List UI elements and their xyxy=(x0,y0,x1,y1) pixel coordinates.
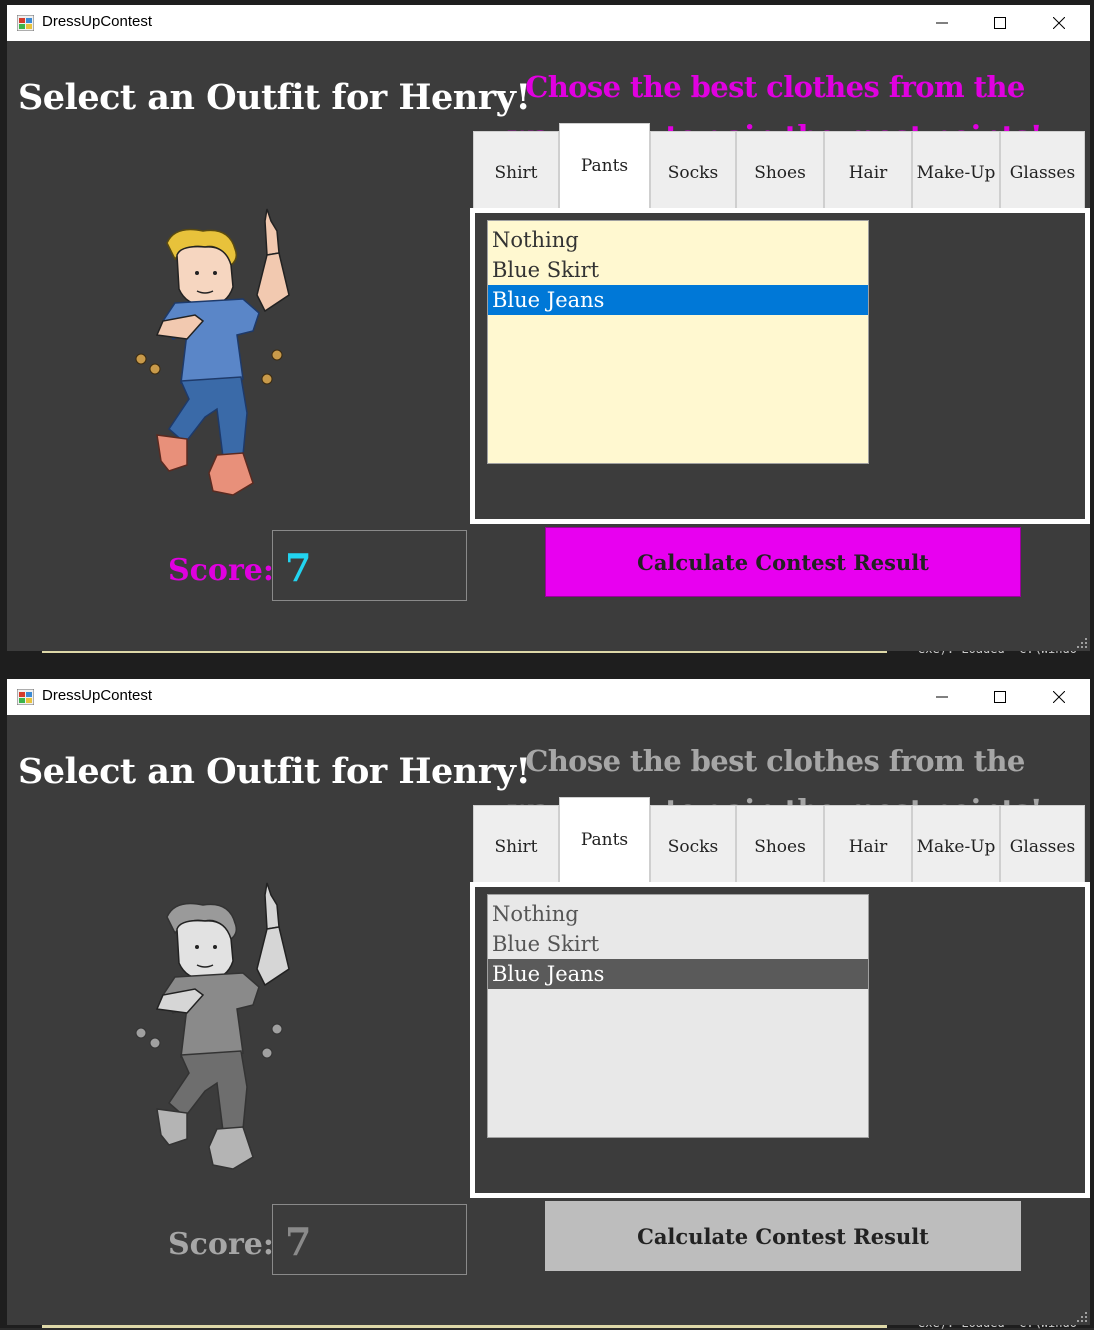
list-item[interactable]: Blue Skirt xyxy=(488,929,868,959)
maximize-button[interactable] xyxy=(971,5,1029,41)
close-button[interactable] xyxy=(1030,679,1088,715)
tab-make-up[interactable]: Make-Up xyxy=(912,131,1000,215)
resize-grip-icon[interactable] xyxy=(1076,1311,1088,1323)
title-bar[interactable]: DressUpContest xyxy=(7,679,1090,715)
clothing-tabs: Shirt Pants Socks Shoes Hair Make-Up Gla… xyxy=(473,797,1085,889)
page-title: Select an Outfit for Henry! xyxy=(18,77,531,118)
app-window-enabled: DressUpContest Select an Outfit for Henr… xyxy=(7,5,1090,651)
score-label: Score: xyxy=(168,553,274,588)
pants-listbox[interactable]: Nothing Blue Skirt Blue Jeans xyxy=(487,220,869,464)
list-item[interactable]: Nothing xyxy=(488,899,868,929)
close-icon xyxy=(1053,691,1065,703)
tab-pants[interactable]: Pants xyxy=(559,797,650,887)
tab-shirt[interactable]: Shirt xyxy=(473,805,559,889)
minimize-button[interactable] xyxy=(913,679,971,715)
tab-page-pants: Nothing Blue Skirt Blue Jeans xyxy=(470,882,1090,1198)
tab-shoes[interactable]: Shoes xyxy=(736,805,824,889)
score-label: Score: xyxy=(168,1227,274,1262)
tab-socks[interactable]: Socks xyxy=(650,805,736,889)
score-field: 7 xyxy=(272,530,467,601)
maximize-icon xyxy=(994,17,1006,29)
window-title: DressUpContest xyxy=(42,687,153,704)
tab-hair[interactable]: Hair xyxy=(824,805,912,889)
minimize-icon xyxy=(936,696,948,698)
minimize-button[interactable] xyxy=(913,5,971,41)
score-field: 7 xyxy=(272,1204,467,1275)
tab-hair[interactable]: Hair xyxy=(824,131,912,215)
list-item[interactable]: Nothing xyxy=(488,225,868,255)
henry-figure xyxy=(135,208,290,496)
calculate-result-button[interactable]: Calculate Contest Result xyxy=(545,527,1021,597)
page-title: Select an Outfit for Henry! xyxy=(18,751,531,792)
maximize-icon xyxy=(994,691,1006,703)
tab-shirt[interactable]: Shirt xyxy=(473,131,559,215)
close-button[interactable] xyxy=(1030,5,1088,41)
app-icon xyxy=(17,689,34,705)
title-bar[interactable]: DressUpContest xyxy=(7,5,1090,41)
list-item-selected[interactable]: Blue Jeans xyxy=(488,285,868,315)
henry-character-image xyxy=(135,208,290,496)
app-window-disabled: DressUpContest Select an Outfit for Henr… xyxy=(7,679,1090,1325)
close-icon xyxy=(1053,17,1065,29)
list-item-selected[interactable]: Blue Jeans xyxy=(488,959,868,989)
list-item[interactable]: Blue Skirt xyxy=(488,255,868,285)
window-title: DressUpContest xyxy=(42,13,153,30)
minimize-icon xyxy=(936,22,948,24)
app-icon xyxy=(17,15,34,31)
tab-glasses[interactable]: Glasses xyxy=(1000,805,1085,889)
resize-grip-icon[interactable] xyxy=(1076,637,1088,649)
score-value: 7 xyxy=(285,1219,312,1264)
tab-page-pants: Nothing Blue Skirt Blue Jeans xyxy=(470,208,1090,524)
clothing-tabs: Shirt Pants Socks Shoes Hair Make-Up Gla… xyxy=(473,123,1085,215)
henry-figure-grayscale xyxy=(135,882,290,1170)
maximize-button[interactable] xyxy=(971,679,1029,715)
tab-shoes[interactable]: Shoes xyxy=(736,131,824,215)
henry-character-image xyxy=(135,882,290,1170)
score-value: 7 xyxy=(285,545,312,590)
pants-listbox[interactable]: Nothing Blue Skirt Blue Jeans xyxy=(487,894,869,1138)
tab-socks[interactable]: Socks xyxy=(650,131,736,215)
tab-pants[interactable]: Pants xyxy=(559,123,650,213)
calculate-result-button[interactable]: Calculate Contest Result xyxy=(545,1201,1021,1271)
tab-make-up[interactable]: Make-Up xyxy=(912,805,1000,889)
tab-glasses[interactable]: Glasses xyxy=(1000,131,1085,215)
